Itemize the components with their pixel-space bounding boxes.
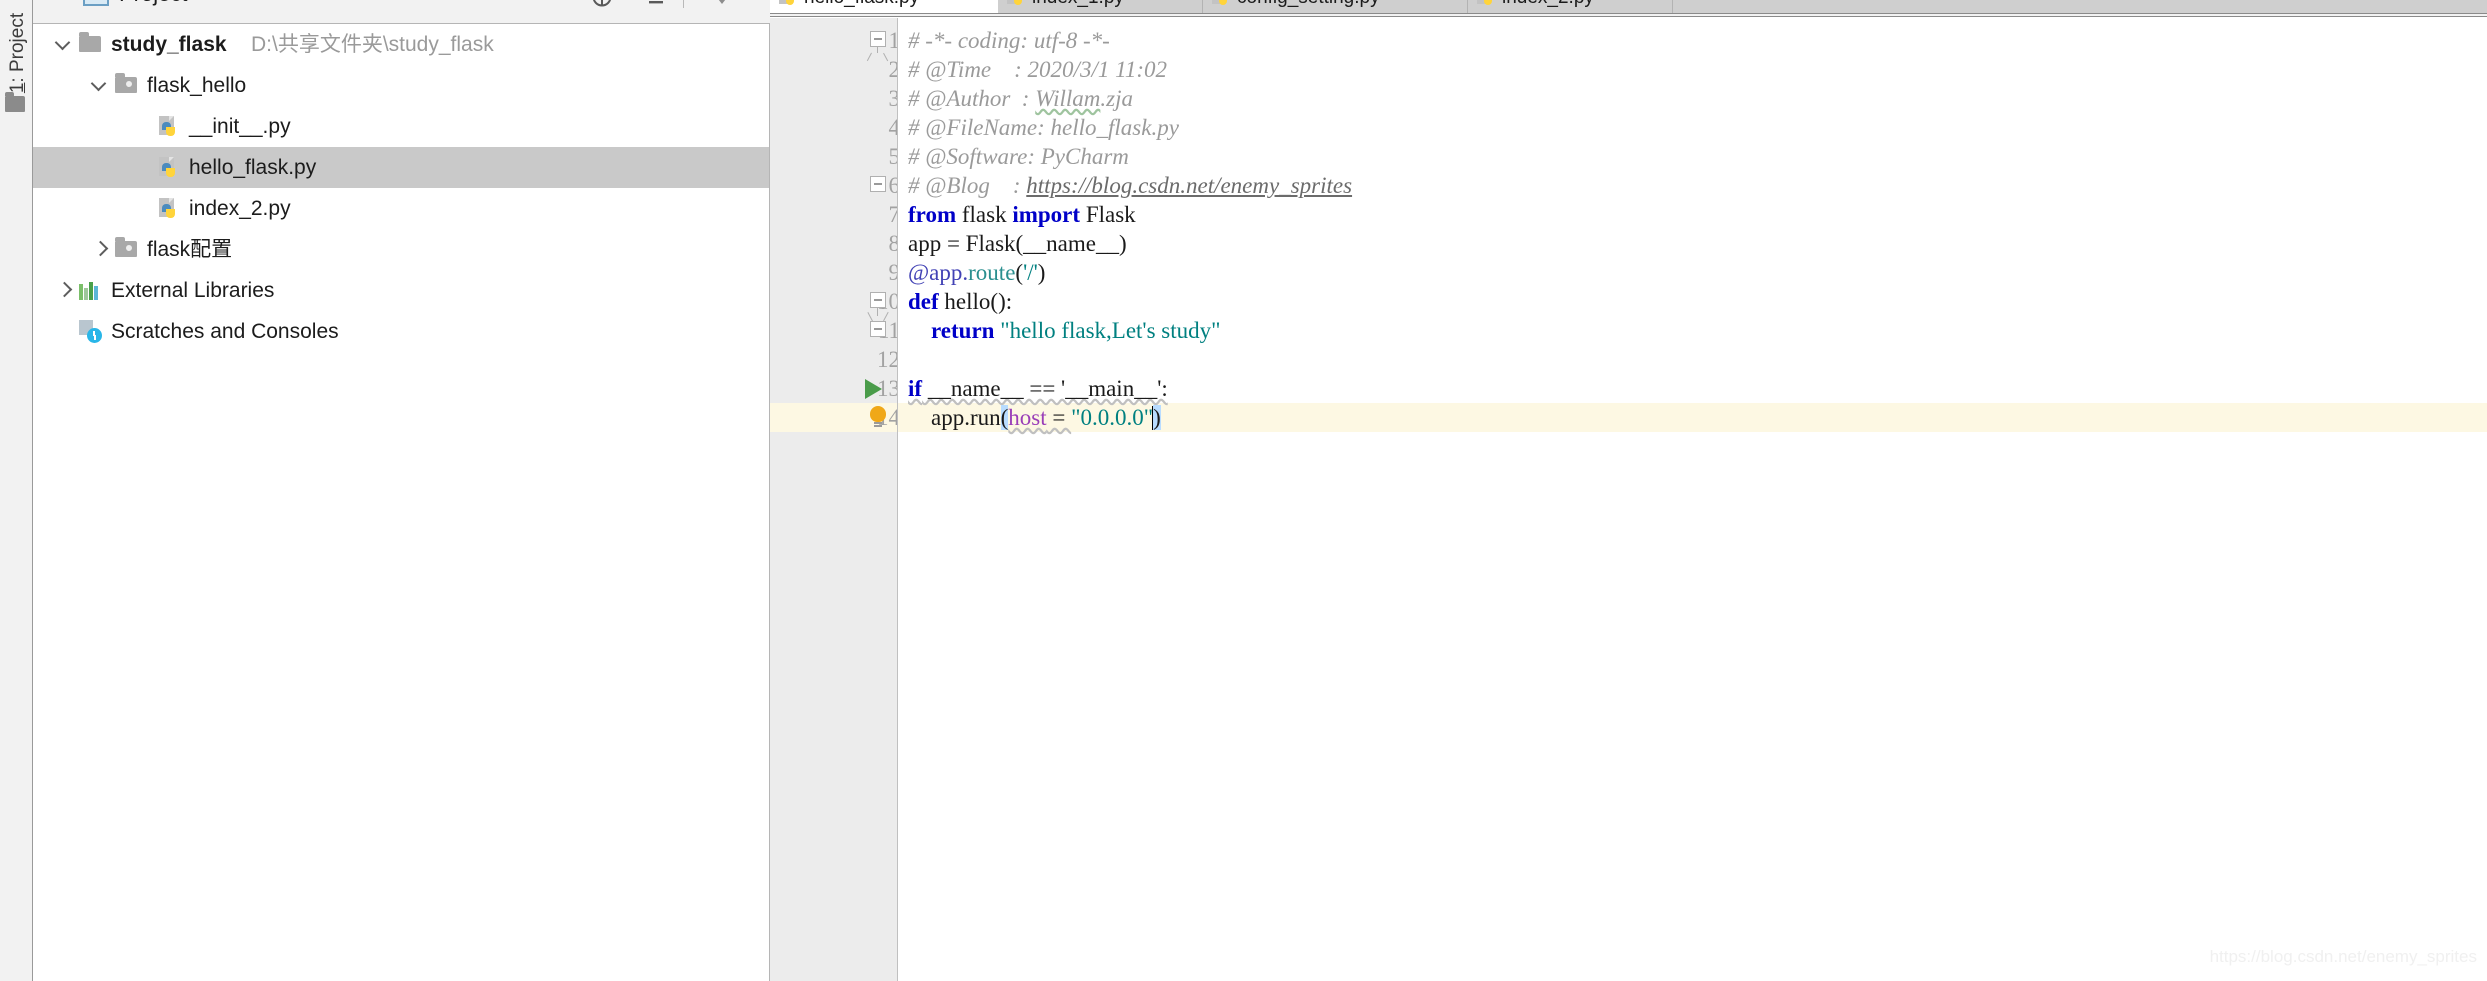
editor-area: hello_flask.py index_1.py config_setting.p… (770, 0, 2487, 981)
tool-window-tab-project[interactable]: 1: Project (3, 3, 33, 103)
tree-item-label: index_2.py (189, 197, 291, 220)
editor-tab-index_1py[interactable]: index_1.py (998, 0, 1203, 13)
code-line-6[interactable]: # @Blog : https://blog.csdn.net/enemy_sp… (908, 171, 1352, 200)
code-line-7[interactable]: from flask import Flask (908, 200, 1136, 229)
tree-item-index_2py[interactable]: index_2.py (33, 188, 769, 229)
scroll-from-source-icon[interactable] (645, 0, 667, 8)
scratches-icon (79, 320, 105, 344)
project-panel-title: Project (119, 0, 187, 7)
toolbar-divider (683, 0, 684, 8)
line-number: 7 (888, 202, 901, 227)
editor-tab-hello_flaskpy[interactable]: hello_flask.py (770, 0, 998, 13)
tree-item-label: study_flask (111, 33, 227, 56)
editor-tab-label: hello_flask.py (804, 0, 919, 8)
python-file-icon (157, 116, 179, 138)
folder-icon (115, 73, 137, 93)
tree-item-study_flask[interactable]: study_flask D:\共享文件夹\study_flask (33, 24, 769, 65)
line-number: 13 (877, 376, 900, 401)
tree-item-label: __init__.py (189, 115, 291, 138)
collapse-all-icon[interactable] (591, 0, 613, 8)
tree-item-label: Scratches and Consoles (111, 320, 339, 343)
code-line-10[interactable]: def hello(): (908, 287, 1012, 316)
tree-item-flask[interactable]: flask配置 (33, 229, 769, 270)
intention-lightbulb-icon[interactable] (869, 406, 887, 428)
tree-item-hello_flaskpy[interactable]: hello_flask.py (33, 147, 769, 188)
code-line-1[interactable]: # -*- coding: utf-8 -*- (908, 26, 1110, 55)
python-file-icon (778, 0, 798, 7)
editor-tab-bar-underline (770, 13, 2487, 17)
python-file-icon (1211, 0, 1231, 7)
watermark-text: https://blog.csdn.net/enemy_sprites (2209, 947, 2477, 966)
code-line-11[interactable]: return "hello flask,Let's study" (908, 316, 1221, 345)
code-line-14[interactable]: app.run(host = "0.0.0.0") (908, 403, 1161, 432)
editor-tab-label: index_1.py (1032, 0, 1124, 8)
tree-item-label: flask_hello (147, 74, 247, 97)
folder-icon (79, 32, 101, 52)
code-editor-canvas[interactable]: # -*- coding: utf-8 -*- # @Time : 2020/3/… (898, 18, 2487, 981)
code-line-5[interactable]: # @Software: PyCharm (908, 142, 1129, 171)
python-file-icon (1006, 0, 1026, 7)
line-number: 1 (888, 28, 901, 53)
code-line-2[interactable]: # @Time : 2020/3/1 11:02 (908, 55, 1167, 84)
project-panel-icon (83, 0, 109, 6)
project-panel: Project study_flaskD:\共享文件夹\study_flaskf… (33, 0, 770, 981)
tree-item-externallibraries[interactable]: External Libraries (33, 270, 769, 311)
external-libraries-icon (79, 282, 103, 300)
tool-window-tab-label: : Project (7, 12, 28, 83)
chevron-down-icon[interactable] (91, 65, 111, 106)
tree-item-path: D:\共享文件夹\study_flask (251, 33, 494, 56)
line-number: 12 (877, 347, 900, 372)
settings-gear-icon[interactable] (711, 0, 733, 8)
python-file-icon (157, 198, 179, 220)
folder-icon[interactable] (5, 92, 25, 112)
line-number: 9 (888, 260, 901, 285)
project-panel-header: Project (33, 0, 770, 24)
tree-item-label: External Libraries (111, 279, 275, 302)
line-number: 8 (888, 231, 901, 256)
line-number: 2 (888, 57, 901, 82)
folder-icon (115, 237, 137, 257)
tree-item-label: hello_flask.py (189, 156, 317, 179)
editor-tab-bar[interactable]: hello_flask.py index_1.py config_setting.p… (770, 0, 2487, 13)
line-number: 3 (888, 86, 901, 111)
python-file-icon (157, 157, 179, 179)
editor-tab-label: config_setting.py (1237, 0, 1380, 8)
line-number: 6 (888, 173, 901, 198)
python-file-icon (1476, 0, 1496, 7)
line-number: 11 (877, 318, 900, 343)
editor-tab-index_2py[interactable]: index_2.py (1468, 0, 1673, 13)
run-configuration-icon[interactable] (865, 379, 882, 399)
code-line-3[interactable]: # @Author : Willam.zja (908, 84, 1133, 113)
left-tool-strip: 1: Project (0, 0, 33, 981)
line-number: 14 (877, 405, 900, 430)
editor-tab-label: index_2.py (1502, 0, 1594, 8)
code-line-9[interactable]: @app.route('/') (908, 258, 1045, 287)
chevron-right-icon[interactable] (91, 229, 111, 270)
chevron-right-icon[interactable] (55, 270, 75, 311)
line-number: 5 (888, 144, 901, 169)
line-number: 4 (888, 115, 901, 140)
project-tree[interactable]: study_flask D:\共享文件夹\study_flask flask_hel… (33, 24, 770, 981)
editor-tab-config_settingpy[interactable]: config_setting.py (1203, 0, 1468, 13)
tree-item-label: flask配置 (147, 238, 233, 261)
editor-gutter[interactable]: 1 2 3 4 5 6 7 8 9 10 11 12 13 14 (770, 18, 900, 981)
tree-item-scratchesandconsoles[interactable]: Scratches and Consoles (33, 311, 769, 352)
code-line-8[interactable]: app = Flask(__name__) (908, 229, 1127, 258)
code-line-4[interactable]: # @FileName: hello_flask.py (908, 113, 1179, 142)
tree-item-flask_hello[interactable]: flask_hello (33, 65, 769, 106)
chevron-down-icon[interactable] (55, 24, 75, 65)
code-line-13[interactable]: if __name__ == '__main__': (908, 374, 1168, 403)
tree-item-__init__py[interactable]: __init__.py (33, 106, 769, 147)
